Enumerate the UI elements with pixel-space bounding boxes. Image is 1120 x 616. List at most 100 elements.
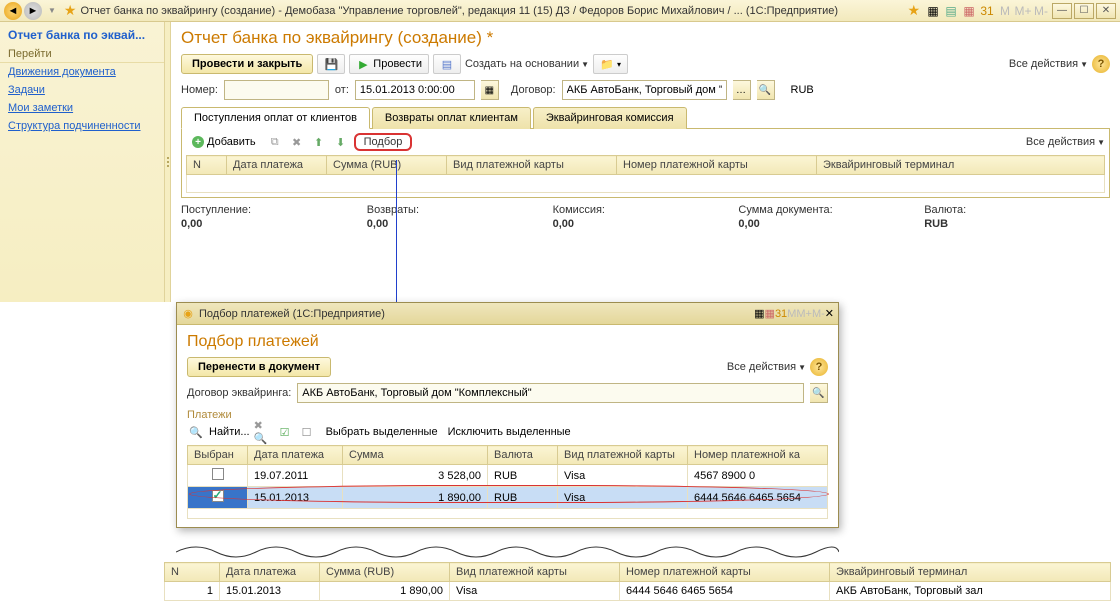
row-checkbox[interactable]: [212, 468, 224, 480]
date-input[interactable]: [355, 80, 475, 100]
podbor-button[interactable]: Подбор: [354, 133, 413, 151]
pcol-sum[interactable]: Сумма: [343, 446, 488, 465]
tab-returns[interactable]: Возвраты оплат клиентам: [372, 107, 531, 129]
number-input[interactable]: [224, 80, 329, 100]
maximize-button[interactable]: ☐: [1074, 3, 1094, 19]
col-sum[interactable]: Сумма (RUB): [327, 156, 447, 175]
payments-grid[interactable]: Выбран Дата платежа Сумма Валюта Вид пла…: [187, 445, 828, 519]
tab-receipts[interactable]: Поступления оплат от клиентов: [181, 107, 370, 129]
tab-commission[interactable]: Эквайринговая комиссия: [533, 107, 687, 129]
save-button[interactable]: 💾: [317, 54, 345, 74]
pcol-num[interactable]: Номер платежной ка: [688, 446, 828, 465]
receipts-grid[interactable]: N Дата платежа Сумма (RUB) Вид платежной…: [186, 155, 1105, 193]
popup-all-actions-button[interactable]: Все действия▼: [727, 361, 806, 373]
close-button[interactable]: ✕: [1096, 3, 1116, 19]
post-and-close-button[interactable]: Провести и закрыть: [181, 54, 313, 74]
grid-all-actions-button[interactable]: Все действия▼: [1026, 136, 1105, 148]
tabs: Поступления оплат от клиентов Возвраты о…: [181, 106, 1110, 129]
copy-row-button[interactable]: ⧉: [266, 133, 284, 151]
result-grid[interactable]: N Дата платежа Сумма (RUB) Вид платежной…: [164, 562, 1111, 601]
payment-row-selected[interactable]: 15.01.2013 1 890,00 RUB Visa 6444 5646 6…: [188, 487, 828, 509]
popup-m-minus-button[interactable]: M-: [812, 308, 825, 320]
pcol-card[interactable]: Вид платежной карты: [558, 446, 688, 465]
extra-menu-button[interactable]: 📁▾: [593, 54, 628, 74]
calendar-icon[interactable]: 31: [979, 3, 995, 19]
empty-row: [188, 509, 828, 519]
contract-select-button[interactable]: …: [733, 80, 751, 100]
nav-forward-button[interactable]: ►: [24, 2, 42, 20]
delete-row-button[interactable]: ✖: [288, 133, 306, 151]
sidebar-link-tasks[interactable]: Задачи: [0, 81, 164, 99]
chevron-down-icon: ▼: [1080, 60, 1088, 69]
popup-m-button[interactable]: M: [787, 308, 796, 320]
sidebar-title: Отчет банка по эквай...: [0, 26, 164, 44]
create-based-on-button[interactable]: Создать на основании▼: [465, 58, 589, 70]
favorite-star-icon[interactable]: ★: [64, 2, 77, 19]
rcol-cardnum[interactable]: Номер платежной карты: [620, 563, 830, 582]
select-marked-button[interactable]: Выбрать выделенные: [326, 426, 438, 438]
col-cardnum[interactable]: Номер платежной карты: [617, 156, 817, 175]
contract-input[interactable]: [562, 80, 727, 100]
chevron-down-icon: ▼: [798, 363, 806, 372]
find-icon[interactable]: 🔍: [187, 423, 205, 441]
m-plus-button[interactable]: M+: [1015, 3, 1031, 19]
result-grid-container: N Дата платежа Сумма (RUB) Вид платежной…: [164, 562, 1111, 601]
find-button[interactable]: Найти...: [209, 426, 250, 438]
report-button[interactable]: ▤: [433, 54, 461, 74]
calc-icon[interactable]: ▦: [961, 3, 977, 19]
nav-history-dropdown[interactable]: ▼: [48, 6, 56, 15]
popup-help-button[interactable]: ?: [810, 358, 828, 376]
date-picker-button[interactable]: ▦: [481, 80, 499, 100]
col-date[interactable]: Дата платежа: [227, 156, 327, 175]
popup-header: Подбор платежей: [187, 333, 828, 351]
favorite-star-icon-2[interactable]: ★: [907, 2, 920, 19]
post-button[interactable]: ▶Провести: [349, 54, 429, 74]
rcol-date[interactable]: Дата платежа: [220, 563, 320, 582]
uncheck-all-button[interactable]: ☐: [298, 423, 316, 441]
popup-grid-icon[interactable]: ▦: [754, 307, 764, 320]
col-terminal[interactable]: Эквайринговый терминал: [817, 156, 1105, 175]
sidebar-link-structure[interactable]: Структура подчиненности: [0, 117, 164, 135]
popup-calendar-icon[interactable]: 31: [775, 308, 787, 320]
result-row[interactable]: 1 15.01.2013 1 890,00 Visa 6444 5646 646…: [165, 582, 1111, 601]
add-row-button[interactable]: +Добавить: [186, 134, 262, 150]
popup-close-button[interactable]: ✕: [825, 307, 834, 320]
clear-filter-button[interactable]: ✖🔍: [254, 423, 272, 441]
pcol-cur[interactable]: Валюта: [488, 446, 558, 465]
sidebar-section: Перейти: [0, 44, 164, 63]
popup-titlebar[interactable]: ◉ Подбор платежей (1С:Предприятие) ▦ ▦ 3…: [177, 303, 838, 325]
rcol-n[interactable]: N: [165, 563, 220, 582]
app-icon: ◉: [181, 307, 195, 321]
totals-row: Поступление:0,00 Возвраты:0,00 Комиссия:…: [181, 204, 1110, 230]
col-cardtype[interactable]: Вид платежной карты: [447, 156, 617, 175]
exclude-marked-button[interactable]: Исключить выделенные: [448, 426, 571, 438]
contract-search-button[interactable]: 🔍: [757, 80, 775, 100]
popup-calc-icon[interactable]: ▦: [765, 307, 775, 320]
all-actions-button[interactable]: Все действия▼: [1009, 58, 1088, 70]
popup-contract-input[interactable]: [297, 383, 804, 403]
move-up-button[interactable]: ⬆: [310, 133, 328, 151]
rcol-terminal[interactable]: Эквайринговый терминал: [830, 563, 1111, 582]
sidebar-link-notes[interactable]: Мои заметки: [0, 99, 164, 117]
check-all-button[interactable]: ☑: [276, 423, 294, 441]
popup-contract-search-button[interactable]: 🔍: [810, 383, 828, 403]
minimize-button[interactable]: —: [1052, 3, 1072, 19]
m-button[interactable]: M: [997, 3, 1013, 19]
col-n[interactable]: N: [187, 156, 227, 175]
rcol-sum[interactable]: Сумма (RUB): [320, 563, 450, 582]
nav-back-button[interactable]: ◄: [4, 2, 22, 20]
rcol-cardtype[interactable]: Вид платежной карты: [450, 563, 620, 582]
sidebar-link-movements[interactable]: Движения документа: [0, 63, 164, 81]
post-icon: ▶: [356, 57, 370, 71]
form-icon[interactable]: ▤: [943, 3, 959, 19]
grid-icon[interactable]: ▦: [925, 3, 941, 19]
popup-m-plus-button[interactable]: M+: [796, 308, 812, 320]
pcol-chosen[interactable]: Выбран: [188, 446, 248, 465]
payment-row[interactable]: 19.07.2011 3 528,00 RUB Visa 4567 8900 0: [188, 465, 828, 487]
help-button[interactable]: ?: [1092, 55, 1110, 73]
move-down-button[interactable]: ⬇: [332, 133, 350, 151]
m-minus-button[interactable]: M-: [1033, 3, 1049, 19]
transfer-button[interactable]: Перенести в документ: [187, 357, 331, 377]
pcol-date[interactable]: Дата платежа: [248, 446, 343, 465]
row-checkbox[interactable]: [212, 490, 224, 502]
